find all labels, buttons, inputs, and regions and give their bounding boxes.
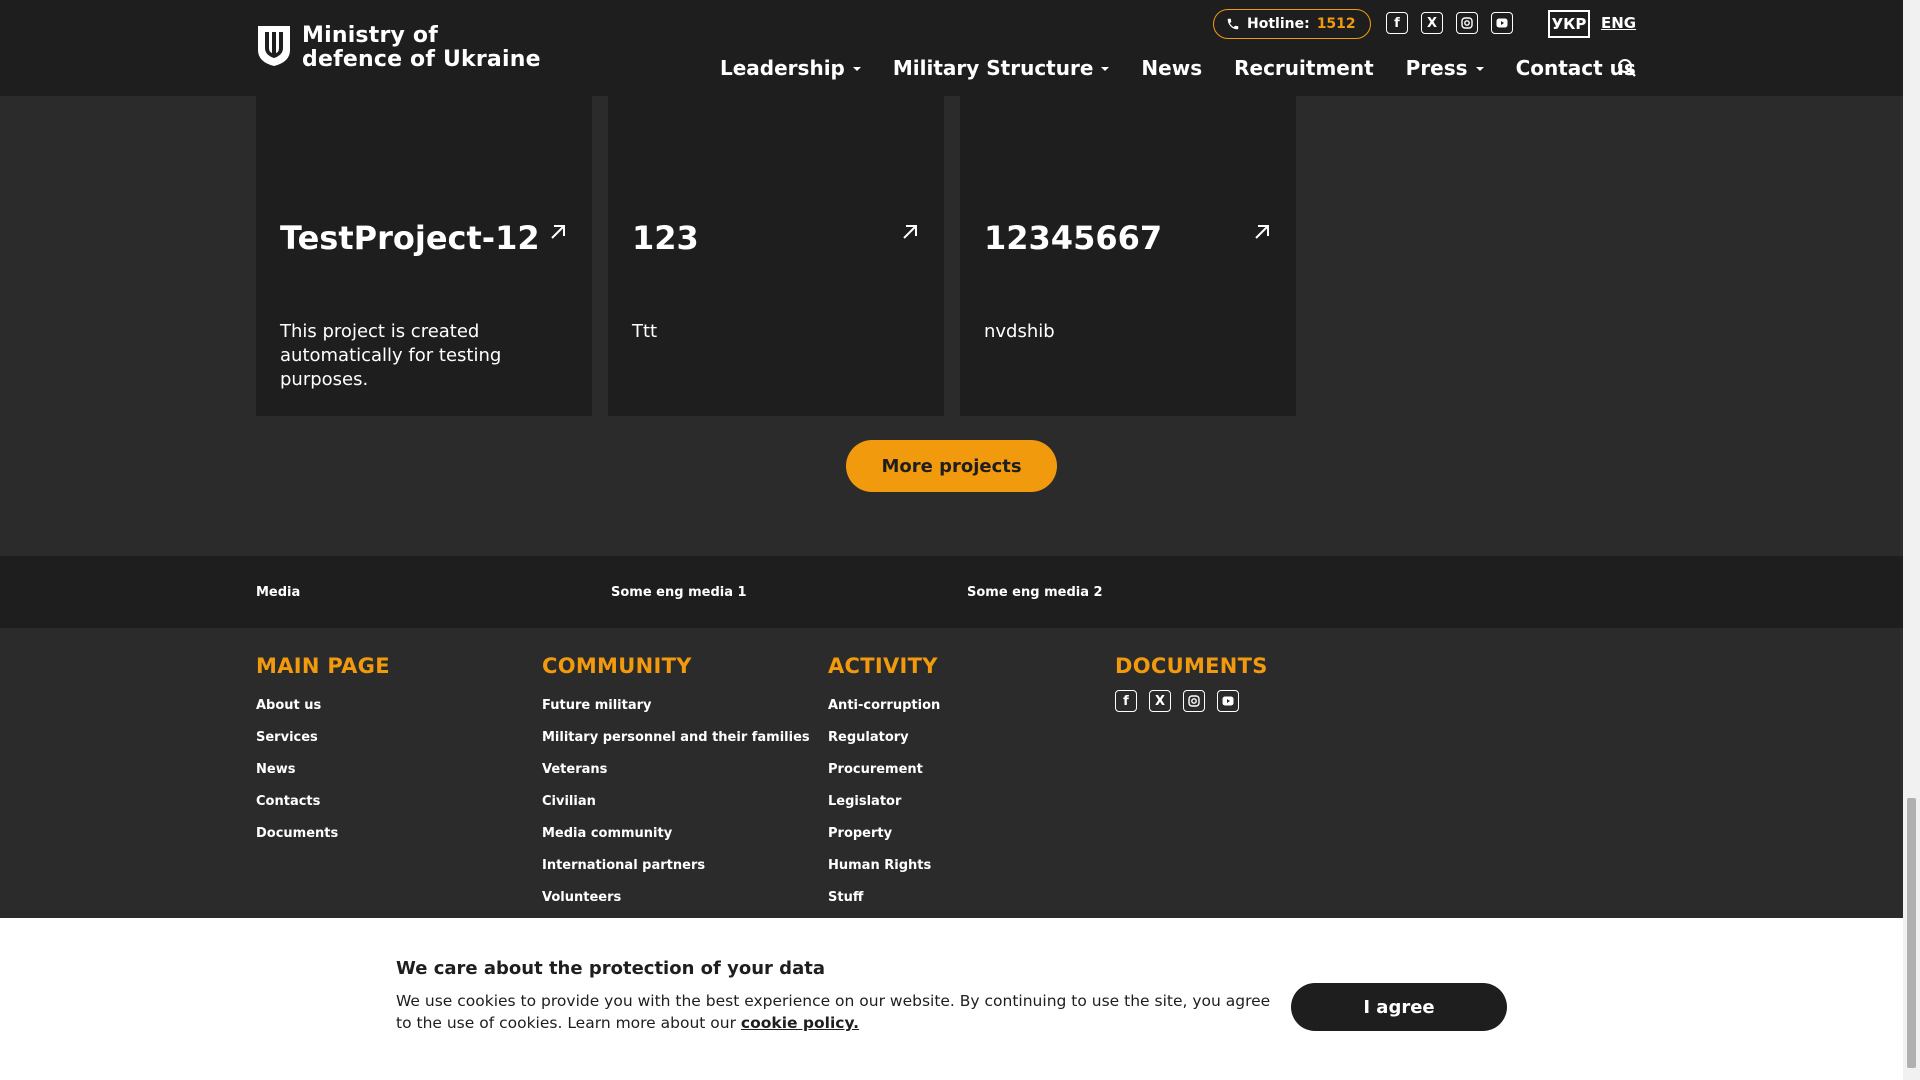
agree-button[interactable]: I agree — [1291, 983, 1507, 1031]
footer-column-activity: ACTIVITY Anti-corruption Regulatory Proc… — [828, 654, 940, 914]
cookie-text: We use cookies to provide you with the b… — [396, 990, 1276, 1034]
search-icon[interactable] — [1617, 58, 1637, 78]
footer-link[interactable]: Anti-corruption — [828, 690, 940, 722]
youtube-icon[interactable] — [1217, 690, 1239, 712]
x-twitter-icon[interactable]: X — [1421, 12, 1443, 34]
nav-label: Press — [1405, 56, 1468, 80]
nav-label: Leadership — [720, 56, 845, 80]
footer-link[interactable]: Contacts — [256, 786, 390, 818]
footer-link[interactable]: Procurement — [828, 754, 940, 786]
project-description: nvdshib — [984, 321, 1055, 342]
footer-heading[interactable]: MAIN PAGE — [256, 654, 390, 678]
nav-military-structure[interactable]: Military Structure — [893, 56, 1110, 80]
phone-icon — [1227, 18, 1239, 30]
project-card[interactable]: 123 Ttt — [608, 96, 944, 416]
nav-recruitment[interactable]: Recruitment — [1234, 56, 1374, 80]
project-description: This project is created automatically fo… — [280, 321, 502, 390]
nav-press[interactable]: Press — [1406, 56, 1484, 80]
footer-column-community: COMMUNITY Future military Military perso… — [542, 654, 810, 914]
page-scrollbar[interactable] — [1903, 0, 1920, 1080]
project-card[interactable]: 12345667 nvdshib — [960, 96, 1296, 416]
footer-heading[interactable]: COMMUNITY — [542, 654, 810, 678]
hotline-label: Hotline: — [1247, 16, 1310, 32]
footer-link[interactable]: Media community — [542, 818, 810, 850]
media-link[interactable]: Some eng media 2 — [967, 585, 1103, 600]
hotline-number: 1512 — [1316, 16, 1356, 32]
footer-link[interactable]: Regulatory — [828, 722, 940, 754]
ukraine-trident-icon — [258, 26, 290, 66]
project-card[interactable]: TestProject-12 This project is created a… — [256, 96, 592, 416]
site-logo[interactable]: Ministry of defence of Ukraine — [256, 24, 541, 72]
cookie-title: We care about the protection of your dat… — [396, 958, 825, 979]
footer-link[interactable]: Military personnel and their families — [542, 722, 810, 754]
footer-link[interactable]: News — [256, 754, 390, 786]
footer-link[interactable]: Human Rights — [828, 850, 940, 882]
footer-heading[interactable]: DOCUMENTS — [1115, 654, 1268, 678]
nav-leadership[interactable]: Leadership — [720, 56, 861, 80]
arrow-up-right-icon — [551, 225, 565, 239]
cookie-policy-link[interactable]: cookie policy. — [741, 1014, 859, 1032]
cookie-banner: We care about the protection of your dat… — [0, 918, 1903, 1080]
project-title: 123 — [632, 219, 699, 257]
nav-label: News — [1141, 56, 1203, 80]
footer-link[interactable]: International partners — [542, 850, 810, 882]
media-strip: Media Some eng media 1 Some eng media 2 — [0, 556, 1903, 628]
instagram-icon[interactable] — [1456, 12, 1478, 34]
x-twitter-icon[interactable]: X — [1149, 690, 1171, 712]
project-title: TestProject-12 — [280, 219, 540, 257]
footer-link[interactable]: About us — [256, 690, 390, 722]
site-header: Ministry of defence of Ukraine Hotline: … — [0, 0, 1903, 96]
scrollbar-thumb[interactable] — [1907, 798, 1916, 1068]
footer-link[interactable]: Stuff — [828, 882, 940, 914]
footer-link[interactable]: Civilian — [542, 786, 810, 818]
footer-link[interactable]: Documents — [256, 818, 390, 850]
footer-link[interactable]: Property — [828, 818, 940, 850]
youtube-icon[interactable] — [1491, 12, 1513, 34]
facebook-icon[interactable]: f — [1115, 690, 1137, 712]
footer-link[interactable]: Volunteers — [542, 882, 810, 914]
media-link[interactable]: Some eng media 1 — [611, 585, 747, 600]
main-nav: Leadership Military Structure News Recru… — [720, 56, 1668, 80]
media-link[interactable]: Media — [256, 585, 300, 600]
nav-news[interactable]: News — [1141, 56, 1202, 80]
facebook-icon[interactable]: f — [1386, 12, 1408, 34]
logo-line1: Ministry of — [302, 23, 438, 48]
logo-line2: defence of Ukraine — [302, 47, 541, 72]
project-description: Ttt — [632, 321, 658, 342]
chevron-down-icon — [1101, 67, 1110, 71]
more-projects-button[interactable]: More projects — [846, 440, 1057, 492]
arrow-up-right-icon — [1255, 225, 1269, 239]
footer-column-main-page: MAIN PAGE About us Services News Contact… — [256, 654, 390, 850]
nav-label: Recruitment — [1234, 56, 1374, 80]
lang-eng-button[interactable]: ENG — [1601, 14, 1636, 32]
footer-link[interactable]: Legislator — [828, 786, 940, 818]
footer-column-documents: DOCUMENTS f X — [1115, 654, 1268, 712]
lang-ukr-button[interactable]: УКР — [1548, 10, 1590, 38]
project-title: 12345667 — [984, 219, 1163, 257]
footer-heading[interactable]: ACTIVITY — [828, 654, 940, 678]
chevron-down-icon — [852, 67, 861, 71]
footer-link[interactable]: Veterans — [542, 754, 810, 786]
instagram-icon[interactable] — [1183, 690, 1205, 712]
chevron-down-icon — [1475, 67, 1484, 71]
footer-link[interactable]: Services — [256, 722, 390, 754]
header-social-links: f X — [1386, 12, 1513, 34]
nav-label: Military Structure — [892, 56, 1094, 80]
footer-link[interactable]: Future military — [542, 690, 810, 722]
hotline-button[interactable]: Hotline: 1512 — [1213, 9, 1371, 39]
site-footer: MAIN PAGE About us Services News Contact… — [0, 628, 1903, 918]
footer-social-links: f X — [1115, 690, 1268, 712]
arrow-up-right-icon — [903, 225, 917, 239]
